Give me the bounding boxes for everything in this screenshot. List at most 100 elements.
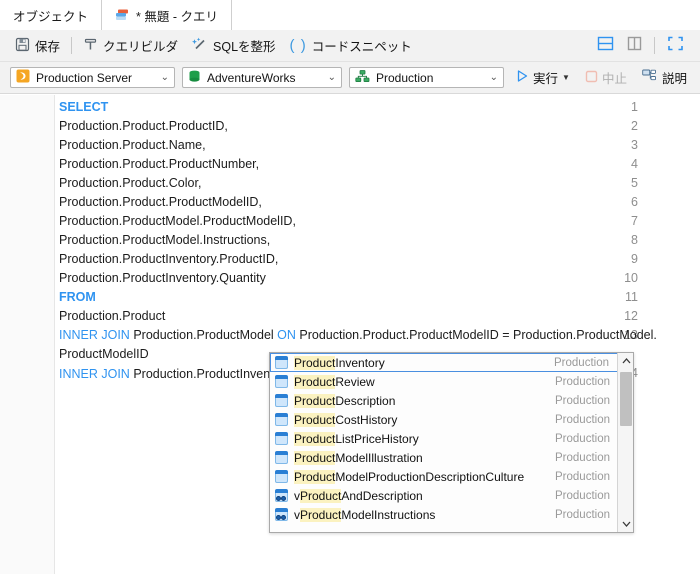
stop-label: 中止: [602, 68, 627, 87]
funnel-icon: [83, 37, 98, 55]
database-label: AdventureWorks: [207, 71, 318, 85]
play-icon: [515, 69, 529, 86]
list-item[interactable]: ProductInventory Production: [270, 353, 618, 372]
wand-icon: [192, 37, 208, 55]
autocomplete-item-schema: Production: [555, 452, 618, 464]
server-label: Production Server: [36, 71, 151, 85]
autocomplete-item-schema: Production: [554, 357, 617, 369]
sql-query-editor-window: オブジェクト * 無題 - クエリ: [0, 0, 700, 574]
tab-bar: オブジェクト * 無題 - クエリ: [0, 0, 700, 30]
autocomplete-item-schema: Production: [555, 471, 618, 483]
keyword-on: ON: [277, 328, 296, 342]
line-number: 9: [631, 252, 638, 266]
autocomplete-list[interactable]: ProductInventory Production ProductRevie…: [270, 353, 618, 532]
schema-icon: [355, 70, 370, 86]
autocomplete-item-schema: Production: [555, 414, 618, 426]
query-builder-label: クエリビルダ: [103, 36, 178, 55]
scroll-up-arrow-icon[interactable]: [618, 353, 634, 369]
format-sql-label: SQLを整形: [213, 36, 276, 55]
tab-query-label: * 無題 - クエリ: [136, 6, 218, 25]
run-dropdown-caret[interactable]: ▼: [562, 73, 570, 82]
code-line: FROM: [59, 290, 96, 304]
scrollbar-thumb[interactable]: [620, 372, 632, 426]
save-button[interactable]: 保存: [8, 30, 67, 62]
autocomplete-item-name: vProductModelInstructions: [294, 508, 435, 522]
code-line: Production.Product: [59, 309, 165, 323]
code-snippet-button[interactable]: ( ) コードスニペット: [283, 30, 419, 62]
toolbar-divider-1: [71, 37, 72, 54]
line-number: 8: [631, 233, 638, 247]
autocomplete-item-name: ProductListPriceHistory: [294, 432, 419, 446]
line-number: 4: [631, 157, 638, 171]
tab-objects[interactable]: オブジェクト: [0, 0, 102, 30]
database-selector[interactable]: AdventureWorks ⌄: [182, 67, 342, 88]
connection-toolbar: Production Server ⌄ AdventureWorks ⌄: [0, 62, 700, 94]
split-horizontal-button[interactable]: [592, 33, 618, 59]
tab-objects-label: オブジェクト: [13, 6, 88, 25]
list-item[interactable]: vProductModelInstructions Production: [270, 505, 618, 524]
table-icon: [275, 451, 288, 464]
main-toolbar: 保存 クエリビルダ SQLを整: [0, 30, 700, 62]
split-vertical-button[interactable]: [621, 33, 647, 59]
list-item[interactable]: ProductModelIllustration Production: [270, 448, 618, 467]
autocomplete-item-schema: Production: [555, 490, 618, 502]
line-number: 2: [631, 119, 638, 133]
autocomplete-item-schema: Production: [555, 509, 618, 521]
code-line: Production.ProductModel.ProductModelID,: [59, 214, 296, 228]
list-item[interactable]: ProductListPriceHistory Production: [270, 429, 618, 448]
query-builder-button[interactable]: クエリビルダ: [76, 30, 185, 62]
line-number: 6: [631, 195, 638, 209]
autocomplete-item-name: vProductAndDescription: [294, 489, 423, 503]
list-item[interactable]: ProductReview Production: [270, 372, 618, 391]
line-number: 7: [631, 214, 638, 228]
table-icon: [275, 375, 288, 388]
autocomplete-item-name: ProductCostHistory: [294, 413, 397, 427]
code-line-wrap: ProductModelID: [59, 347, 149, 361]
fullscreen-icon: [667, 35, 684, 57]
tab-query[interactable]: * 無題 - クエリ: [102, 0, 232, 30]
list-item[interactable]: ProductModelProductionDescriptionCulture…: [270, 467, 618, 486]
code-line: SELECT: [59, 100, 108, 114]
keyword-inner-join: INNER JOIN: [59, 367, 130, 381]
stop-icon: [585, 70, 598, 86]
table-icon: [275, 470, 288, 483]
explain-button[interactable]: 説明: [638, 65, 691, 91]
list-item[interactable]: ProductDescription Production: [270, 391, 618, 410]
list-item[interactable]: ProductCostHistory Production: [270, 410, 618, 429]
autocomplete-item-name: ProductModelIllustration: [294, 451, 423, 465]
database-icon: [188, 70, 201, 86]
schema-selector[interactable]: Production ⌄: [349, 67, 504, 88]
explain-icon: [642, 69, 658, 86]
chevron-down-icon: ⌄: [324, 72, 336, 83]
table-icon: [275, 432, 288, 445]
format-sql-button[interactable]: SQLを整形: [185, 30, 283, 62]
line-number: 5: [631, 176, 638, 190]
run-button[interactable]: 実行 ▼: [511, 65, 574, 91]
fullscreen-button[interactable]: [662, 33, 688, 59]
line-number: 10: [624, 271, 638, 285]
server-selector[interactable]: Production Server ⌄: [10, 67, 175, 88]
code-line: Production.Product.ProductID,: [59, 119, 228, 133]
line-number: 1: [631, 100, 638, 114]
split-horizontal-icon: [597, 35, 614, 57]
save-icon: [15, 37, 30, 55]
list-item[interactable]: vProductAndDescription Production: [270, 486, 618, 505]
autocomplete-item-name: ProductDescription: [294, 394, 395, 408]
parentheses-icon: ( ): [290, 38, 307, 53]
autocomplete-scrollbar[interactable]: [617, 353, 633, 532]
scroll-down-arrow-icon[interactable]: [618, 516, 634, 532]
autocomplete-item-schema: Production: [555, 433, 618, 445]
autocomplete-item-schema: Production: [555, 395, 618, 407]
autocomplete-popup[interactable]: ProductInventory Production ProductRevie…: [269, 352, 634, 533]
line-number: 3: [631, 138, 638, 152]
code-snippet-label: コードスニペット: [312, 36, 412, 55]
view-icon: [275, 489, 288, 502]
code-line: Production.Product.Name,: [59, 138, 206, 152]
table-icon: [275, 413, 288, 426]
code-line: Production.Product.ProductNumber,: [59, 157, 259, 171]
server-icon: [16, 69, 30, 86]
explain-label: 説明: [662, 68, 687, 87]
toolbar-right-group: [592, 33, 700, 59]
autocomplete-item-name: ProductInventory: [294, 356, 385, 370]
save-label: 保存: [35, 36, 60, 55]
